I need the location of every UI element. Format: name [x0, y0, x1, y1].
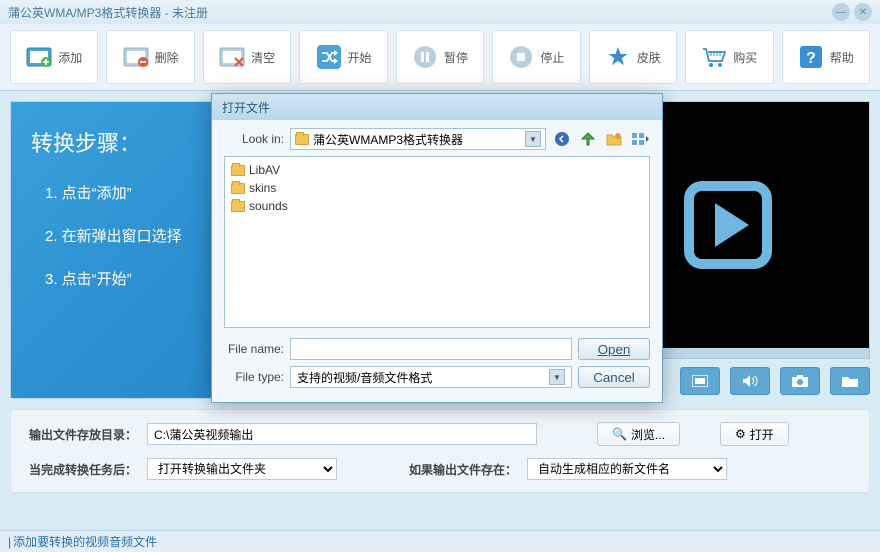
minimize-button[interactable]: —	[832, 3, 850, 21]
start-label: 开始	[348, 49, 372, 66]
up-button[interactable]	[578, 129, 598, 149]
filetype-label: File type:	[224, 370, 284, 384]
cancel-button[interactable]: Cancel	[578, 366, 650, 388]
titlebar: 蒲公英WMA/MP3格式转换器 - 未注册 — ✕	[0, 0, 880, 24]
toolbar: 添加 删除 清空 开始 暂停 停止 皮肤 购买	[0, 24, 880, 91]
filetype-select[interactable]: 支持的视频/音频文件格式 ▼	[290, 366, 572, 388]
clear-button[interactable]: 清空	[203, 30, 291, 84]
open-button[interactable]: Open	[578, 338, 650, 360]
folder-icon	[295, 134, 309, 145]
app-title: 蒲公英WMA/MP3格式转换器 - 未注册	[8, 4, 828, 21]
list-item[interactable]: skins	[231, 179, 643, 197]
film-clear-icon	[219, 47, 245, 67]
skin-button[interactable]: 皮肤	[589, 30, 677, 84]
fullscreen-button[interactable]	[680, 367, 720, 395]
browse-icon: 🔍	[612, 427, 627, 441]
list-item[interactable]: LibAV	[231, 161, 643, 179]
pause-button[interactable]: 暂停	[396, 30, 484, 84]
list-item[interactable]: sounds	[231, 197, 643, 215]
start-button[interactable]: 开始	[299, 30, 387, 84]
film-add-icon	[26, 47, 52, 67]
help-label: 帮助	[830, 49, 854, 66]
status-text: 添加要转换的视频音频文件	[13, 533, 157, 550]
folder-icon	[231, 165, 245, 176]
new-folder-button[interactable]	[604, 129, 624, 149]
pause-label: 暂停	[444, 49, 468, 66]
folder-button[interactable]	[830, 367, 870, 395]
help-icon: ?	[798, 47, 824, 67]
output-dir-input[interactable]	[147, 423, 537, 445]
volume-button[interactable]	[730, 367, 770, 395]
close-button[interactable]: ✕	[854, 3, 872, 21]
buy-button[interactable]: 购买	[685, 30, 773, 84]
add-button[interactable]: 添加	[10, 30, 98, 84]
dropdown-icon: ▼	[549, 369, 565, 385]
browse-button[interactable]: 🔍浏览...	[597, 422, 680, 446]
cart-icon	[701, 47, 727, 67]
view-button[interactable]	[630, 129, 650, 149]
if-exists-label: 如果输出文件存在：	[397, 461, 517, 478]
output-dir-label: 输出文件存放目录：	[29, 426, 137, 443]
dropdown-icon: ▼	[525, 131, 541, 147]
lookin-label: Look in:	[224, 132, 284, 146]
shuffle-icon	[316, 47, 342, 67]
star-icon	[605, 47, 631, 67]
lookin-value: 蒲公英WMAMP3格式转换器	[313, 131, 521, 148]
skin-label: 皮肤	[637, 49, 661, 66]
open-output-button[interactable]: ⚙打开	[720, 422, 789, 446]
if-exists-select[interactable]: 自动生成相应的新文件名	[527, 458, 727, 480]
statusbar: | 添加要转换的视频音频文件	[0, 530, 880, 552]
play-icon	[684, 181, 772, 269]
film-delete-icon	[123, 47, 149, 67]
output-panel: 输出文件存放目录： 🔍浏览... ⚙打开 当完成转换任务后： 打开转换输出文件夹…	[10, 409, 870, 493]
file-list[interactable]: LibAV skins sounds	[224, 156, 650, 328]
svg-text:?: ?	[806, 50, 816, 67]
open-icon: ⚙	[735, 427, 746, 441]
dialog-title: 打开文件	[212, 94, 662, 120]
back-button[interactable]	[552, 129, 572, 149]
stop-icon	[508, 47, 534, 67]
stop-button[interactable]: 停止	[492, 30, 580, 84]
folder-icon	[231, 183, 245, 194]
help-button[interactable]: ? 帮助	[782, 30, 870, 84]
filename-label: File name:	[224, 342, 284, 356]
open-file-dialog: 打开文件 Look in: 蒲公英WMAMP3格式转换器 ▼ LibAV ski…	[211, 93, 663, 403]
buy-label: 购买	[733, 49, 757, 66]
after-task-label: 当完成转换任务后：	[29, 461, 137, 478]
delete-button[interactable]: 删除	[106, 30, 194, 84]
pause-icon	[412, 47, 438, 67]
snapshot-button[interactable]	[780, 367, 820, 395]
after-task-select[interactable]: 打开转换输出文件夹	[147, 458, 337, 480]
folder-icon	[231, 201, 245, 212]
delete-label: 删除	[155, 49, 179, 66]
lookin-select[interactable]: 蒲公英WMAMP3格式转换器 ▼	[290, 128, 546, 150]
clear-label: 清空	[251, 49, 275, 66]
stop-label: 停止	[540, 49, 564, 66]
add-label: 添加	[58, 49, 82, 66]
filename-input[interactable]	[290, 338, 572, 360]
